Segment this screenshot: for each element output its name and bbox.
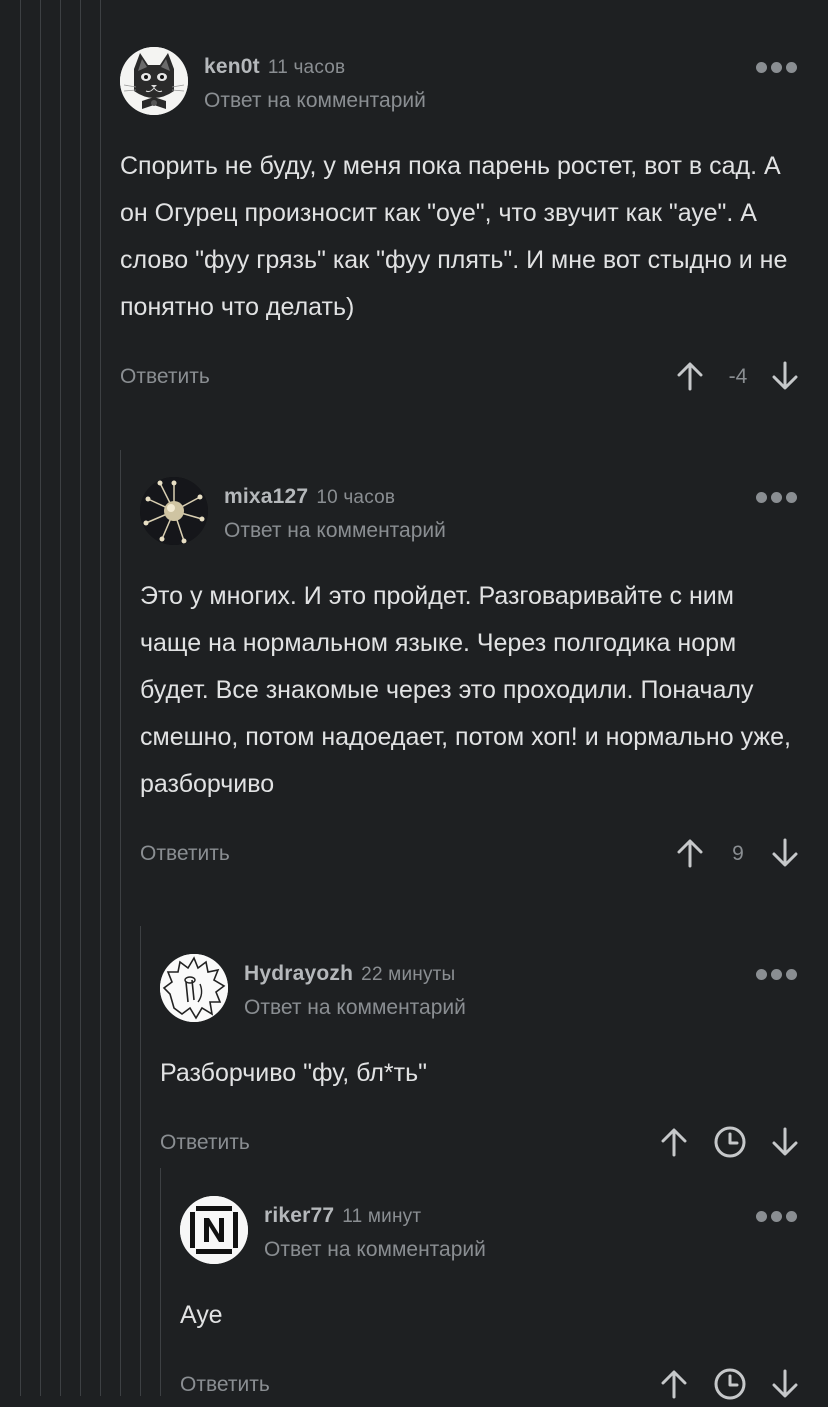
- cat-avatar-icon[interactable]: [120, 47, 188, 115]
- comment-rating: 9: [732, 842, 744, 865]
- upvote-arrow-icon[interactable]: [673, 359, 707, 393]
- virus-avatar-icon[interactable]: [140, 477, 208, 545]
- reply-to-label[interactable]: Ответ на комментарий: [244, 996, 466, 1020]
- comment-header: ken0t 11 часов Ответ на комментарий: [120, 47, 828, 117]
- comment-actions: Ответить: [180, 1367, 828, 1407]
- comment-header: Hydrayozh 22 минуты Ответ на комментарий: [160, 954, 828, 1024]
- reply-button[interactable]: Ответить: [160, 1131, 250, 1155]
- reply-button[interactable]: Ответить: [180, 1373, 270, 1397]
- comment-time: 11 часов: [267, 57, 346, 78]
- rammstein-logo-avatar-icon[interactable]: [180, 1196, 248, 1264]
- downvote-arrow-icon[interactable]: [768, 359, 802, 393]
- hedgehog-avatar-icon[interactable]: [160, 954, 228, 1022]
- upvote-arrow-icon[interactable]: [673, 836, 707, 870]
- thread-line: [120, 450, 121, 1396]
- upvote-arrow-icon[interactable]: [657, 1125, 691, 1159]
- comment: Hydrayozh 22 минуты Ответ на комментарий …: [160, 954, 828, 1165]
- comment: riker77 11 минут Ответ на комментарий Ауе…: [180, 1196, 828, 1407]
- comment-time: 10 часов: [316, 487, 396, 508]
- downvote-arrow-icon[interactable]: [768, 836, 802, 870]
- comment-actions: Ответить -4: [120, 359, 828, 399]
- more-options-icon[interactable]: [756, 62, 798, 74]
- thread-line: [100, 0, 101, 1396]
- comment-text: Разборчиво "фу, бл*ть": [160, 1059, 427, 1087]
- comment-author[interactable]: mixa127 10 часов: [224, 485, 395, 509]
- reply-to-label[interactable]: Ответ на комментарий: [264, 1238, 486, 1262]
- thread-line: [60, 0, 61, 1396]
- comment-author[interactable]: ken0t 11 часов: [204, 55, 345, 79]
- comment-rating: -4: [728, 365, 748, 388]
- username[interactable]: Hydrayozh: [244, 962, 353, 985]
- reply-button[interactable]: Ответить: [120, 365, 210, 389]
- comment: ken0t 11 часов Ответ на комментарий Спори…: [120, 47, 828, 399]
- username[interactable]: ken0t: [204, 55, 260, 78]
- reply-to-label[interactable]: Ответ на комментарий: [224, 519, 446, 543]
- thread-line: [20, 0, 21, 1396]
- comment-actions: Ответить 9: [140, 836, 828, 876]
- comment-text: Ауе: [180, 1301, 223, 1329]
- more-options-icon[interactable]: [756, 969, 798, 981]
- reply-to-label[interactable]: Ответ на комментарий: [204, 89, 426, 113]
- comment: mixa127 10 часов Ответ на комментарий Это…: [140, 477, 828, 876]
- reply-button[interactable]: Ответить: [140, 842, 230, 866]
- comment-header: mixa127 10 часов Ответ на комментарий: [140, 477, 828, 547]
- comment-time: 11 минут: [342, 1206, 422, 1227]
- downvote-arrow-icon[interactable]: [768, 1125, 802, 1159]
- more-options-icon[interactable]: [756, 492, 798, 504]
- thread-line: [140, 926, 141, 1396]
- clock-icon: [713, 1125, 747, 1159]
- comment-header: riker77 11 минут Ответ на комментарий: [180, 1196, 828, 1266]
- comment-author[interactable]: riker77 11 минут: [264, 1204, 421, 1228]
- comment-text: Это у многих. И это пройдет. Разговарива…: [140, 582, 791, 798]
- comment-actions: Ответить: [160, 1125, 828, 1165]
- username[interactable]: riker77: [264, 1204, 334, 1227]
- thread-line: [80, 0, 81, 1396]
- username[interactable]: mixa127: [224, 485, 308, 508]
- thread-line: [160, 1168, 161, 1396]
- comment-author[interactable]: Hydrayozh 22 минуты: [244, 962, 455, 986]
- more-options-icon[interactable]: [756, 1211, 798, 1223]
- thread-line: [40, 0, 41, 1396]
- comment-text: Спорить не буду, у меня пока парень рост…: [120, 152, 788, 321]
- comment-time: 22 минуты: [361, 964, 456, 985]
